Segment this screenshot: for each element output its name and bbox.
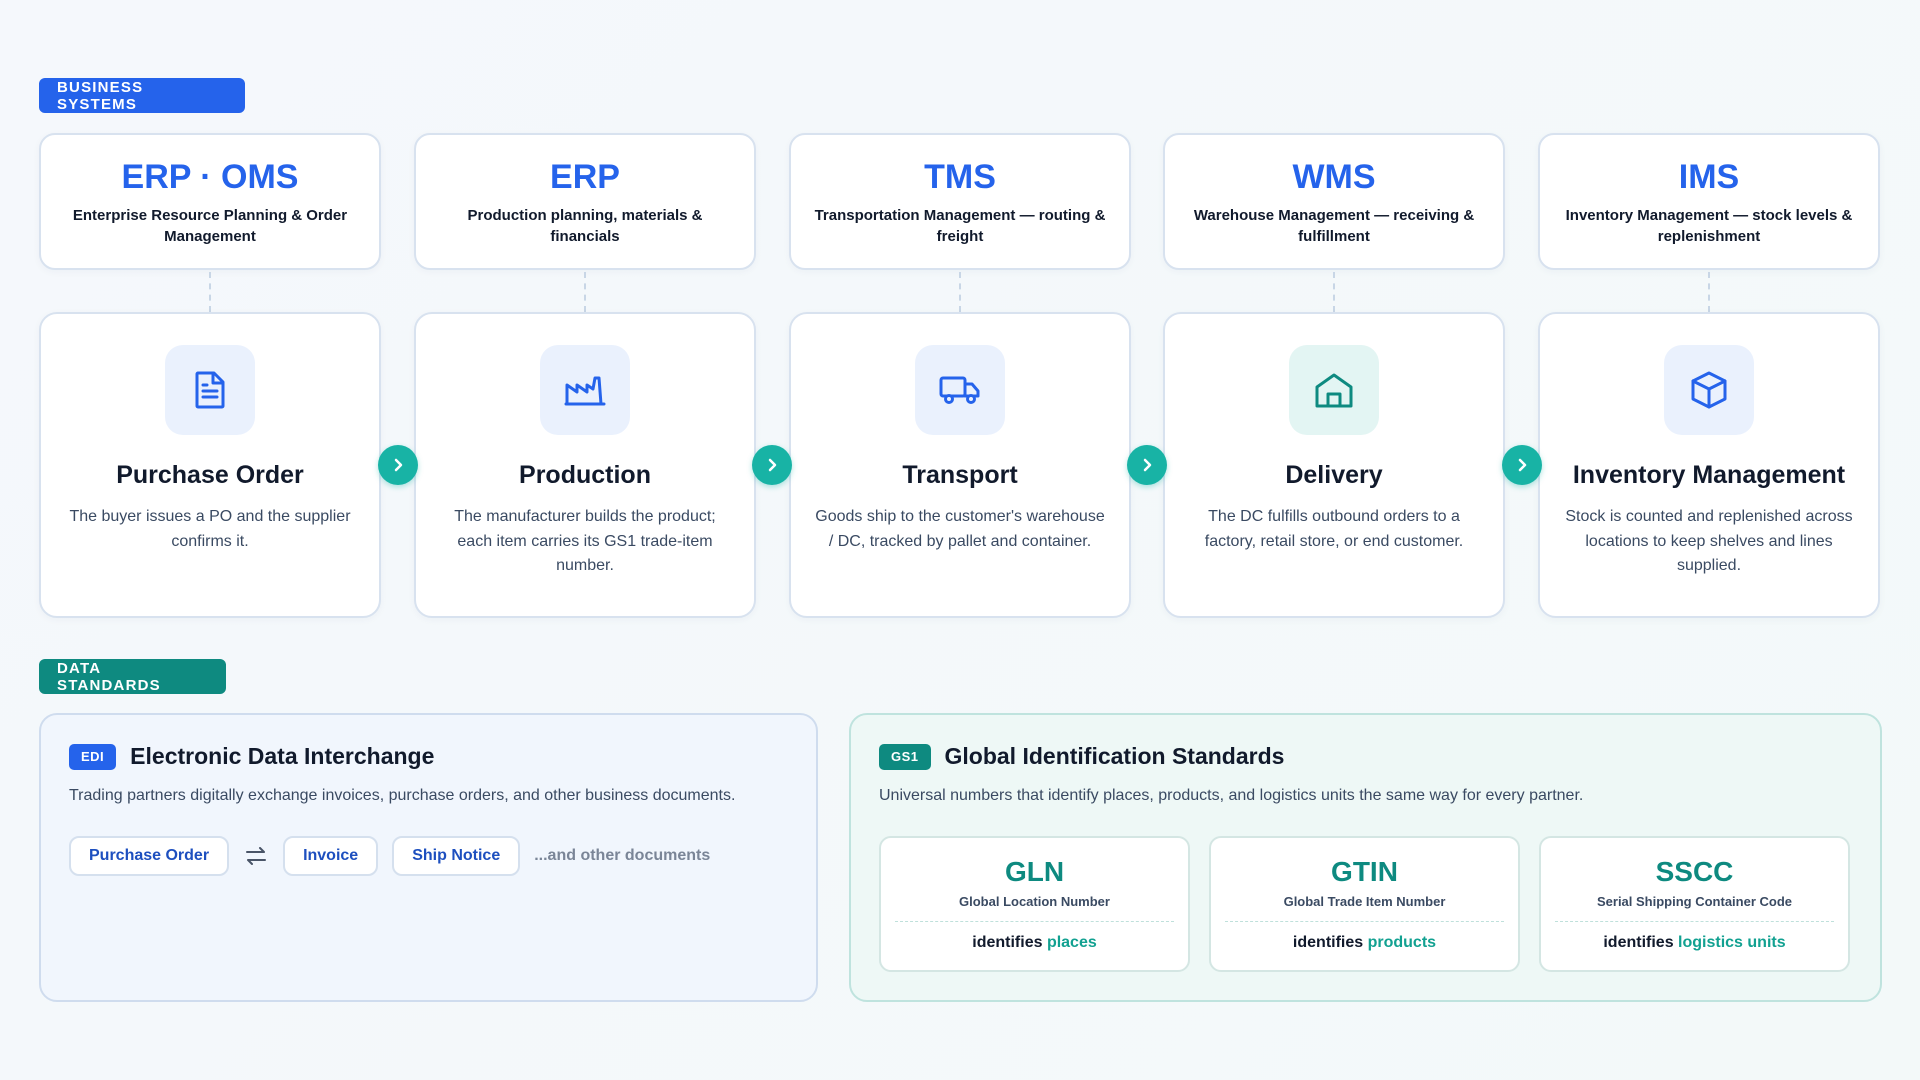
system-card-erp: ERP Production planning, materials & fin… bbox=[414, 133, 756, 270]
stage-desc: The buyer issues a PO and the supplier c… bbox=[69, 508, 351, 550]
system-desc: Warehouse Management — receiving & fulfi… bbox=[1193, 207, 1475, 245]
gs1-panel: GS1 Global Identification Standards Univ… bbox=[849, 713, 1882, 1002]
warehouse-icon bbox=[1289, 345, 1379, 435]
data-standards-label: DATA STANDARDS bbox=[39, 659, 226, 694]
panel-desc: Universal numbers that identify places, … bbox=[879, 787, 1584, 804]
id-title: SSCC bbox=[1655, 856, 1734, 887]
connector-line bbox=[1708, 272, 1710, 312]
stage-desc: The DC fulfills outbound orders to a fac… bbox=[1204, 508, 1464, 550]
system-title: IMS bbox=[1678, 158, 1740, 196]
connector-line bbox=[584, 272, 586, 312]
document-list: Purchase Order Invoice Ship Notice ...an… bbox=[69, 836, 710, 876]
id-purpose: identifies products bbox=[1292, 934, 1437, 951]
business-systems-label: BUSINESS SYSTEMS bbox=[39, 78, 245, 113]
id-subtitle: Global Trade Item Number bbox=[1283, 894, 1446, 909]
stage-desc: Stock is counted and replenished across … bbox=[1565, 508, 1853, 574]
id-card-gln: GLN Global Location Number identifies pl… bbox=[879, 836, 1190, 972]
doc-chip-invoice: Invoice bbox=[283, 836, 379, 876]
id-card-sscc: SSCC Serial Shipping Container Code iden… bbox=[1539, 836, 1850, 972]
stage-card-inventory-management: Inventory Management Stock is counted an… bbox=[1538, 312, 1880, 618]
chevron-right-icon bbox=[378, 445, 418, 485]
stage-card-purchase-order: Purchase Order The buyer issues a PO and… bbox=[39, 312, 381, 618]
id-title: GLN bbox=[1004, 856, 1065, 887]
panel-header: EDI Electronic Data Interchange bbox=[69, 743, 434, 770]
system-desc: Inventory Management — stock levels & re… bbox=[1565, 207, 1853, 245]
system-card-wms: WMS Warehouse Management — receiving & f… bbox=[1163, 133, 1505, 270]
chevron-right-icon bbox=[1127, 445, 1167, 485]
connector-line bbox=[959, 272, 961, 312]
stage-card-transport: Transport Goods ship to the customer's w… bbox=[789, 312, 1131, 618]
system-card-tms: TMS Transportation Management — routing … bbox=[789, 133, 1131, 270]
truck-icon bbox=[915, 345, 1005, 435]
doc-chip-ship-notice: Ship Notice bbox=[392, 836, 521, 876]
edi-panel: EDI Electronic Data Interchange Trading … bbox=[39, 713, 818, 1002]
id-purpose: identifies logistics units bbox=[1603, 934, 1786, 951]
stage-desc: Goods ship to the customer's warehouse /… bbox=[815, 508, 1105, 550]
stage-title: Purchase Order bbox=[116, 461, 304, 489]
swap-arrows-icon bbox=[229, 847, 283, 865]
connector-line bbox=[1333, 272, 1335, 312]
edi-tag: EDI bbox=[69, 743, 117, 770]
stage-title: Transport bbox=[902, 461, 1018, 489]
stage-card-production: Production The manufacturer builds the p… bbox=[414, 312, 756, 618]
doc-chip-purchase-order: Purchase Order bbox=[69, 836, 230, 876]
id-subtitle: Serial Shipping Container Code bbox=[1596, 894, 1793, 909]
system-desc: Enterprise Resource Planning & Order Man… bbox=[72, 207, 348, 245]
factory-icon bbox=[540, 345, 630, 435]
stage-title: Production bbox=[519, 461, 651, 489]
panel-title: Global Identification Standards bbox=[944, 743, 1285, 769]
more-documents-text: ...and other documents bbox=[534, 847, 711, 864]
connector-line bbox=[209, 272, 211, 312]
stage-desc: The manufacturer builds the product; eac… bbox=[454, 508, 716, 574]
system-desc: Transportation Management — routing & fr… bbox=[814, 207, 1106, 245]
system-desc: Production planning, materials & financi… bbox=[467, 207, 703, 245]
document-icon bbox=[165, 345, 255, 435]
system-card-ims: IMS Inventory Management — stock levels … bbox=[1538, 133, 1880, 270]
system-card-erp-oms: ERP · OMS Enterprise Resource Planning &… bbox=[39, 133, 381, 270]
system-title: TMS bbox=[924, 158, 996, 196]
system-title: ERP bbox=[550, 158, 620, 196]
id-subtitle: Global Location Number bbox=[959, 894, 1110, 909]
chevron-right-icon bbox=[752, 445, 792, 485]
system-title: ERP · OMS bbox=[121, 158, 299, 196]
system-title: WMS bbox=[1292, 158, 1376, 196]
panel-desc: Trading partners digitally exchange invo… bbox=[69, 787, 736, 804]
id-purpose: identifies places bbox=[972, 934, 1097, 951]
stage-card-delivery: Delivery The DC fulfills outbound orders… bbox=[1163, 312, 1505, 618]
gs1-tag: GS1 bbox=[879, 743, 931, 770]
chevron-right-icon bbox=[1502, 445, 1542, 485]
id-title: GTIN bbox=[1331, 856, 1398, 887]
panel-header: GS1 Global Identification Standards bbox=[879, 743, 1284, 770]
id-card-gtin: GTIN Global Trade Item Number identifies… bbox=[1209, 836, 1520, 972]
panel-title: Electronic Data Interchange bbox=[130, 743, 435, 769]
stage-title: Inventory Management bbox=[1572, 461, 1846, 489]
box-icon bbox=[1664, 345, 1754, 435]
stage-title: Delivery bbox=[1285, 461, 1383, 489]
